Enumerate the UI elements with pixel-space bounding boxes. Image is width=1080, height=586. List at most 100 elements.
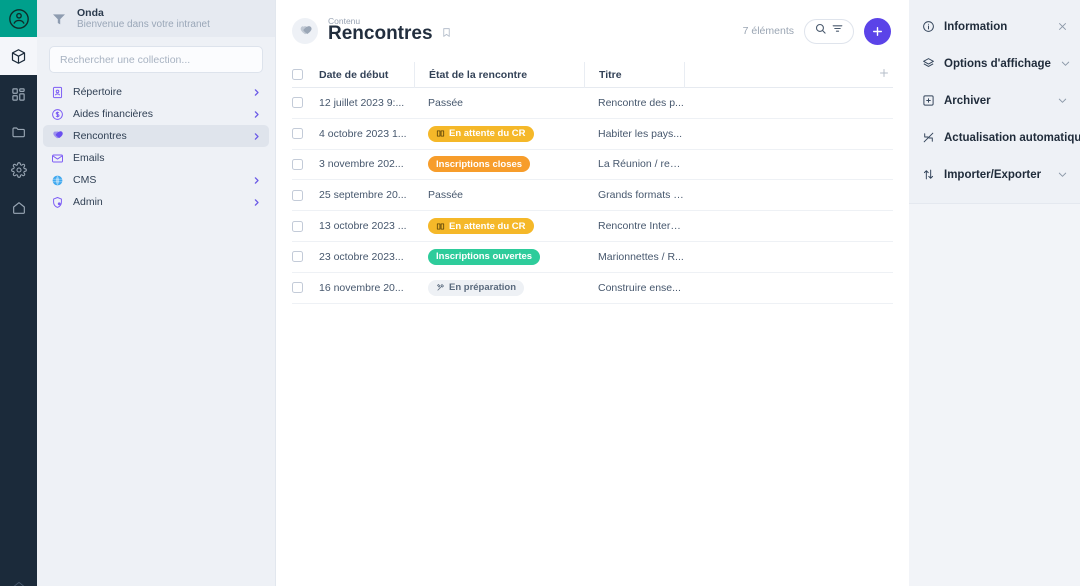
table-header-row: Date de début État de la rencontre Titre bbox=[292, 61, 893, 88]
table-row[interactable]: 12 juillet 2023 9:... Passée Rencontre d… bbox=[292, 88, 893, 119]
add-column-button[interactable] bbox=[878, 67, 893, 82]
right-panel-item-archiver[interactable]: Archiver bbox=[909, 82, 1080, 119]
rail-item-folder[interactable] bbox=[0, 113, 37, 151]
contact-card-icon bbox=[51, 86, 64, 99]
status-badge-label: En attente du CR bbox=[449, 220, 526, 232]
cell-title: Grands formats /... bbox=[598, 189, 684, 202]
workspace-header[interactable]: Onda Bienvenue dans votre intranet bbox=[37, 0, 275, 37]
cell-date: 13 octobre 2023 ... bbox=[319, 220, 407, 233]
cell-date: 16 novembre 20... bbox=[319, 281, 404, 294]
cell-state: En attente du CR bbox=[414, 125, 584, 142]
row-checkbox[interactable] bbox=[292, 158, 303, 170]
table-row[interactable]: 13 octobre 2023 ... En attente du CR Ren… bbox=[292, 211, 893, 242]
row-checkbox[interactable] bbox=[292, 251, 303, 263]
right-panel-item-actualisation-automatique[interactable]: Actualisation automatique bbox=[909, 119, 1080, 156]
bookmark-icon[interactable] bbox=[441, 27, 452, 40]
status-badge: En attente du CR bbox=[428, 125, 534, 142]
cell-title: Construire ense... bbox=[598, 281, 681, 294]
row-checkbox[interactable] bbox=[292, 220, 303, 232]
cell-date: 4 octobre 2023 1... bbox=[319, 127, 407, 140]
cell-state: En attente du CR bbox=[414, 218, 584, 235]
right-panel-item-options-affichage[interactable]: Options d'affichage bbox=[909, 45, 1080, 82]
column-header-date[interactable]: Date de début bbox=[319, 62, 414, 88]
status-badge: En préparation bbox=[428, 279, 525, 296]
column-header-spacer bbox=[684, 61, 893, 88]
table-row[interactable]: 23 octobre 2023... Inscriptions ouvertes… bbox=[292, 242, 893, 273]
app-logo[interactable] bbox=[0, 0, 37, 37]
status-badge-label: En préparation bbox=[449, 282, 517, 294]
close-icon[interactable] bbox=[1057, 21, 1068, 32]
add-item-button[interactable] bbox=[864, 17, 891, 45]
cell-date: 23 octobre 2023... bbox=[319, 250, 404, 263]
collection-nav-list: Répertoire Aides financières Rencontres … bbox=[37, 81, 275, 213]
shield-lock-icon bbox=[51, 196, 64, 209]
archive-box-icon bbox=[921, 94, 935, 107]
row-checkbox[interactable] bbox=[292, 97, 303, 109]
table-row[interactable]: 3 novembre 202... Inscriptions closes La… bbox=[292, 150, 893, 181]
column-header-state[interactable]: État de la rencontre bbox=[414, 61, 584, 88]
icon-rail bbox=[0, 0, 37, 586]
table-row[interactable]: 4 octobre 2023 1... En attente du CR Hab… bbox=[292, 119, 893, 150]
right-panel-item-label: Information bbox=[944, 20, 1008, 33]
workspace-name: Onda bbox=[77, 6, 104, 19]
header-actions: 7 éléments bbox=[742, 17, 891, 45]
rail-item-settings[interactable] bbox=[0, 151, 37, 189]
right-panel-item-information[interactable]: Information bbox=[909, 8, 1080, 45]
row-checkbox[interactable] bbox=[292, 282, 303, 294]
chevron-down-icon[interactable] bbox=[1057, 95, 1068, 106]
sidebar-item-repertoire[interactable]: Répertoire bbox=[43, 81, 269, 103]
row-checkbox-cell bbox=[292, 128, 319, 140]
search-filter-pill[interactable] bbox=[804, 18, 854, 44]
right-panel-item-importer-exporter[interactable]: Importer/Exporter bbox=[909, 156, 1080, 193]
row-checkbox-cell bbox=[292, 189, 319, 201]
cell-date: 12 juillet 2023 9:... bbox=[319, 96, 405, 109]
rail-item-home[interactable] bbox=[0, 189, 37, 227]
cell-title: Habiter les pays... bbox=[598, 127, 683, 140]
chevron-down-icon[interactable] bbox=[1057, 169, 1068, 180]
sidebar-item-emails[interactable]: Emails bbox=[43, 147, 269, 169]
sidebar-item-aides-financieres[interactable]: Aides financières bbox=[43, 103, 269, 125]
collection-search-input[interactable] bbox=[49, 46, 263, 73]
collections-sidebar: Onda Bienvenue dans votre intranet Réper… bbox=[37, 0, 276, 586]
collection-search-wrap bbox=[37, 37, 275, 81]
row-checkbox-cell bbox=[292, 220, 319, 232]
filter-icon[interactable] bbox=[831, 22, 844, 40]
chevron-right-icon bbox=[252, 176, 261, 185]
info-icon bbox=[921, 20, 935, 33]
rail-item-home-bottom[interactable] bbox=[0, 580, 37, 586]
sidebar-item-label: Rencontres bbox=[73, 130, 127, 142]
book-icon bbox=[436, 129, 445, 138]
sidebar-item-rencontres[interactable]: Rencontres bbox=[43, 125, 269, 147]
select-all-checkbox[interactable] bbox=[292, 69, 303, 80]
status-badge: Inscriptions closes bbox=[428, 156, 531, 173]
item-count: 7 éléments bbox=[742, 25, 794, 37]
cell-state: Passée bbox=[414, 95, 584, 111]
cell-title: Rencontre Intern... bbox=[598, 220, 684, 233]
cell-date: 25 septembre 20... bbox=[319, 189, 407, 202]
sidebar-item-label: Admin bbox=[73, 196, 103, 208]
rail-item-cube[interactable] bbox=[0, 37, 37, 75]
status-badge: Inscriptions ouvertes bbox=[428, 248, 541, 265]
rail-item-grid[interactable] bbox=[0, 75, 37, 113]
row-checkbox-cell bbox=[292, 158, 319, 170]
status-badge-label: En attente du CR bbox=[449, 128, 526, 140]
table-row[interactable]: 25 septembre 20... Passée Grands formats… bbox=[292, 180, 893, 212]
envelope-icon bbox=[51, 152, 64, 165]
handshake-icon bbox=[292, 18, 318, 44]
sidebar-item-cms[interactable]: CMS bbox=[43, 169, 269, 191]
content-header: Contenu Rencontres 7 éléments bbox=[276, 0, 909, 62]
chevron-right-icon bbox=[252, 88, 261, 97]
sidebar-item-label: Aides financières bbox=[73, 108, 153, 120]
right-panel-menu: Information Options d'affichage Archiver… bbox=[909, 0, 1080, 204]
row-checkbox[interactable] bbox=[292, 128, 303, 140]
sidebar-item-admin[interactable]: Admin bbox=[43, 191, 269, 213]
row-checkbox[interactable] bbox=[292, 189, 303, 201]
chevron-down-icon[interactable] bbox=[1060, 58, 1071, 69]
workspace-logo-icon bbox=[50, 10, 68, 28]
workspace-subtitle: Bienvenue dans votre intranet bbox=[77, 18, 210, 30]
right-panel-item-label: Options d'affichage bbox=[944, 57, 1051, 70]
column-header-title[interactable]: Titre bbox=[584, 61, 684, 88]
search-icon[interactable] bbox=[814, 22, 827, 40]
table-row[interactable]: 16 novembre 20... En préparation Constru… bbox=[292, 273, 893, 304]
row-checkbox-cell bbox=[292, 251, 319, 263]
